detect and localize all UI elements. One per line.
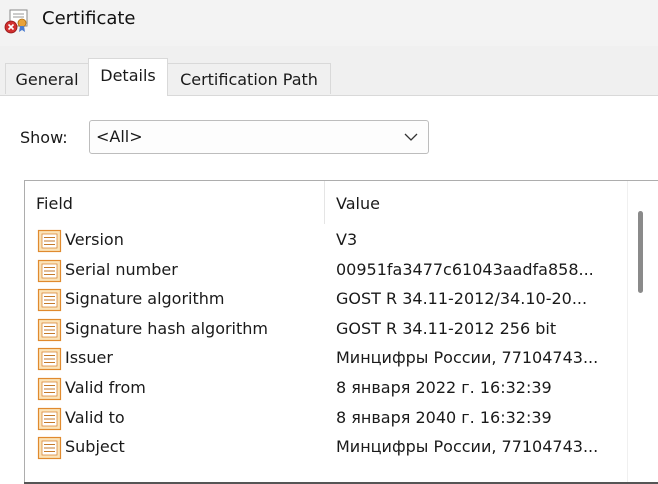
show-label: Show: [20,128,68,147]
chevron-down-icon [404,133,418,141]
column-header-value[interactable]: Value [336,194,380,214]
show-dropdown-value: <All> [96,127,143,146]
list-header: Field Value [25,181,658,224]
column-divider[interactable] [324,181,325,224]
scrollbar-track [627,181,628,483]
list-item-signature-algorithm[interactable]: Signature algorithm GOST R 34.11-2012/34… [25,285,625,315]
row-field-value: GOST R 34.11-2012/34.10-20... [336,289,588,309]
row-field-name: Subject [65,437,125,457]
certificate-dialog: Certificate General Details Certificatio… [0,0,658,484]
list-item-valid-to[interactable]: Valid to 8 января 2040 г. 16:32:39 [25,404,625,434]
tab-strip: General Details Certification Path [0,46,658,96]
certificate-field-icon [37,437,62,460]
window-title: Certificate [42,8,136,29]
certificate-field-icon [37,377,62,401]
tab-certification-path[interactable]: Certification Path [167,63,331,94]
row-field-value: Минцифры России, 77104743... [336,348,599,368]
list-item-signature-hash-algorithm[interactable]: Signature hash algorithm GOST R 34.11-20… [25,315,625,345]
fields-list[interactable]: Field Value Version V3 Serial number 009… [24,180,658,484]
certificate-field-icon [37,289,62,312]
certificate-error-icon [4,9,28,34]
tab-general[interactable]: General [5,63,89,94]
row-field-value: 8 января 2022 г. 16:32:39 [336,378,552,397]
list-item-version[interactable]: Version V3 [25,226,625,256]
row-field-value: GOST R 34.11-2012 256 bit [336,318,557,338]
column-header-field[interactable]: Field [36,194,73,214]
certificate-field-icon [37,229,62,253]
certificate-field-icon [37,407,62,430]
list-item-serial-number[interactable]: Serial number 00951fa3477c61043aadfa858.… [25,256,625,286]
row-field-name: Signature hash algorithm [65,318,268,338]
list-item-issuer[interactable]: Issuer Минцифры России, 77104743... [25,344,625,374]
show-dropdown[interactable]: <All> [89,120,429,154]
list-item-subject[interactable]: Subject Минцифры России, 77104743... [25,433,625,463]
vertical-scrollbar[interactable] [627,181,658,483]
row-field-name: Valid from [65,378,146,397]
row-field-value: 00951fa3477c61043aadfa858... [336,259,594,279]
row-field-value: Минцифры России, 77104743... [336,437,599,457]
certificate-field-icon [37,259,62,282]
row-field-name: Version [65,230,124,249]
row-field-name: Serial number [65,259,178,279]
row-field-value: 8 января 2040 г. 16:32:39 [336,407,552,427]
row-field-value: V3 [336,230,358,249]
title-bar: Certificate [0,0,658,46]
row-field-name: Valid to [65,407,125,427]
list-item-valid-from[interactable]: Valid from 8 января 2022 г. 16:32:39 [25,374,625,404]
row-field-name: Issuer [65,348,113,368]
certificate-field-icon [37,348,62,371]
tab-details[interactable]: Details [88,58,168,96]
scrollbar-thumb[interactable] [638,211,643,293]
row-field-name: Signature algorithm [65,289,225,309]
certificate-field-icon [37,318,62,341]
